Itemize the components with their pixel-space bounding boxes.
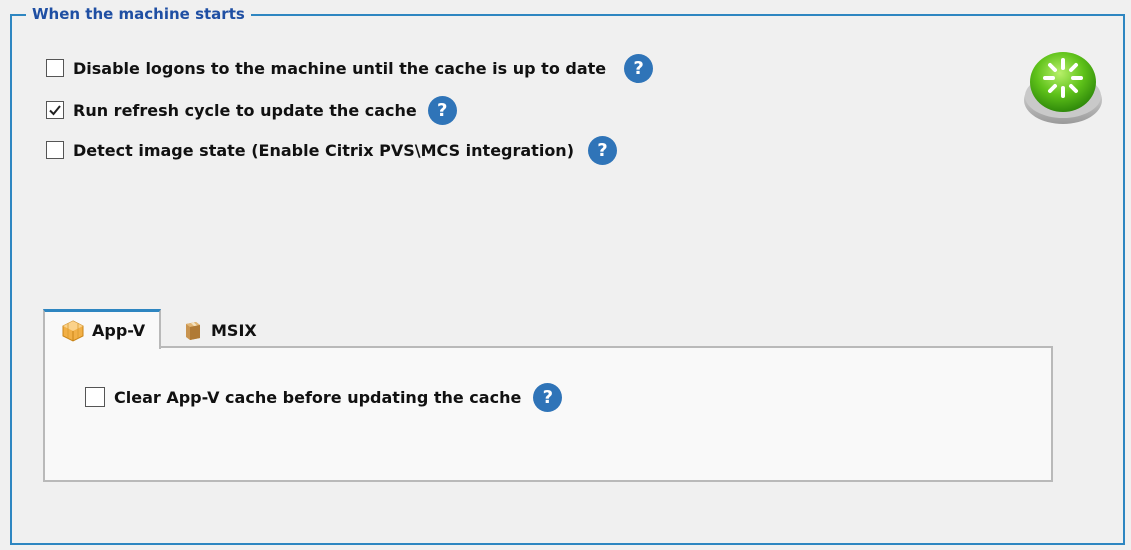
tab-appv-label: App-V xyxy=(92,321,146,340)
help-icon[interactable]: ? xyxy=(533,382,563,412)
help-icon[interactable]: ? xyxy=(624,53,654,83)
option-clear-appv-cache[interactable]: Clear App-V cache before updating the ca… xyxy=(85,382,563,412)
green-refresh-orb-icon xyxy=(1024,52,1102,124)
detect-image-state-checkbox[interactable] xyxy=(46,141,64,159)
clear-appv-cache-checkbox[interactable] xyxy=(85,387,105,407)
run-refresh-label: Run refresh cycle to update the cache xyxy=(73,100,417,120)
disable-logons-label: Disable logons to the machine until the … xyxy=(73,58,607,78)
clear-appv-cache-label: Clear App-V cache before updating the ca… xyxy=(114,387,522,407)
help-icon[interactable]: ? xyxy=(588,135,618,165)
option-disable-logons[interactable]: Disable logons to the machine until the … xyxy=(46,53,654,83)
option-run-refresh-cycle[interactable]: Run refresh cycle to update the cache ? xyxy=(46,95,457,125)
help-icon[interactable]: ? xyxy=(427,95,457,125)
checkmark-icon xyxy=(49,105,61,116)
groupbox-title: When the machine starts xyxy=(26,4,251,24)
appv-tab-panel xyxy=(43,346,1053,482)
tab-appv[interactable]: App-V xyxy=(43,309,161,349)
appv-package-icon xyxy=(62,319,84,342)
tab-msix-label: MSIX xyxy=(211,320,257,340)
option-detect-image-state[interactable]: Detect image state (Enable Citrix PVS\MC… xyxy=(46,135,618,165)
tab-msix[interactable]: MSIX xyxy=(180,311,257,349)
disable-logons-checkbox[interactable] xyxy=(46,59,64,77)
run-refresh-checkbox[interactable] xyxy=(46,101,64,119)
detect-image-state-label: Detect image state (Enable Citrix PVS\MC… xyxy=(73,140,575,160)
msix-box-icon xyxy=(186,322,200,340)
